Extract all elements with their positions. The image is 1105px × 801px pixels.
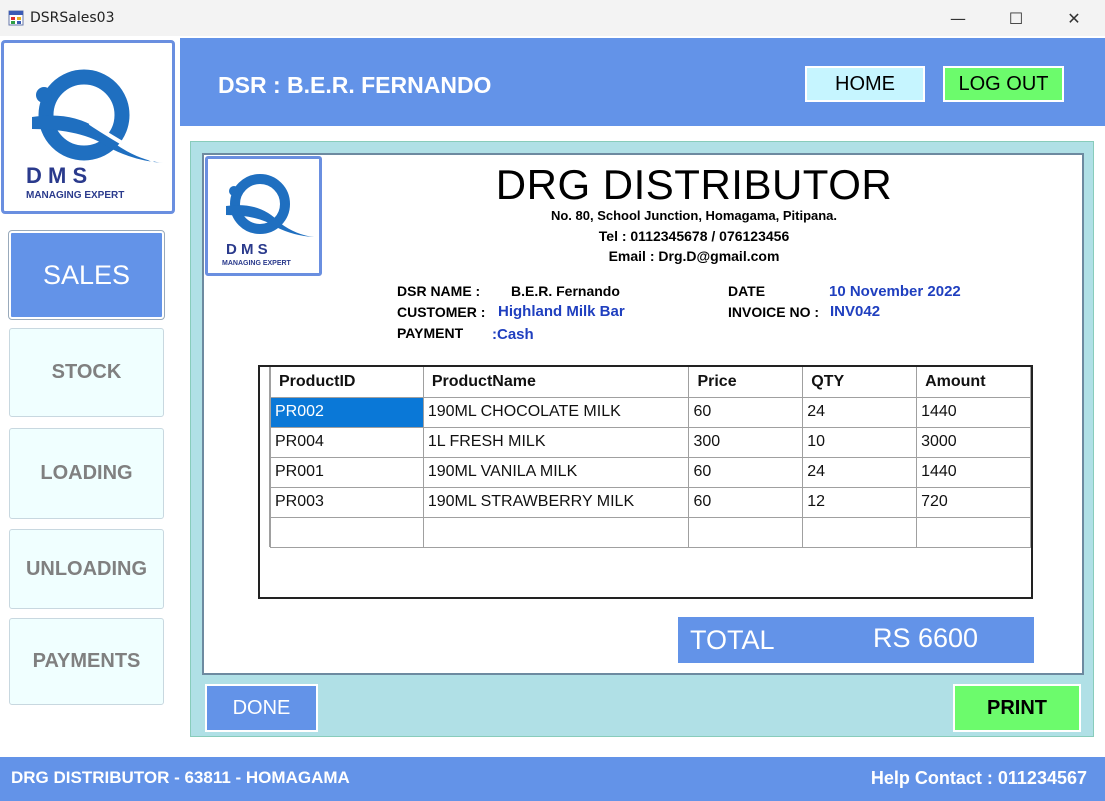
table-row[interactable]: PR003 190ML STRAWBERRY MILK 60 12 720 <box>270 486 1031 518</box>
cell-amount[interactable]: 1440 <box>916 456 1031 488</box>
cell-product-id[interactable]: PR004 <box>270 426 424 458</box>
cell-price[interactable]: 60 <box>688 396 804 428</box>
cell-qty[interactable]: 24 <box>802 396 918 428</box>
sales-panel: D M S MANAGING EXPERT DRG DISTRIBUTOR No… <box>190 141 1094 737</box>
logout-button[interactable]: LOG OUT <box>943 66 1064 102</box>
maximize-button[interactable]: ☐ <box>987 0 1045 36</box>
payment-value: :Cash <box>492 326 534 343</box>
table-row[interactable]: PR001 190ML VANILA MILK 60 24 1440 <box>270 456 1031 488</box>
cell-product-name[interactable]: 1L FRESH MILK <box>422 426 690 458</box>
company-phone: Tel : 0112345678 / 076123456 <box>598 228 790 244</box>
total-label: TOTAL <box>690 625 775 655</box>
total-value: RS 6600 <box>873 623 979 653</box>
cell-price[interactable]: 300 <box>688 426 804 458</box>
row-header-column <box>260 367 270 547</box>
cell-qty[interactable]: 24 <box>802 456 918 488</box>
new-entry-row[interactable] <box>270 516 1031 548</box>
invoice-no-value: INV042 <box>830 303 881 320</box>
invoice-sheet: D M S MANAGING EXPERT DRG DISTRIBUTOR No… <box>202 153 1084 675</box>
customer-value: Highland Milk Bar <box>498 303 625 320</box>
app-icon <box>8 10 24 26</box>
cell-new[interactable] <box>422 516 690 548</box>
cell-new[interactable] <box>688 516 804 548</box>
print-button[interactable]: PRINT <box>953 684 1081 732</box>
invoice-logo-tagline: MANAGING EXPERT <box>222 260 292 267</box>
cell-amount[interactable]: 1440 <box>916 396 1031 428</box>
cell-product-name[interactable]: 190ML CHOCOLATE MILK <box>422 396 690 428</box>
company-email: Email : Drg.D@gmail.com <box>608 248 780 264</box>
table-row[interactable]: PR004 1L FRESH MILK 300 10 3000 <box>270 426 1031 458</box>
close-button[interactable]: ✕ <box>1045 0 1103 36</box>
column-header[interactable]: QTY <box>802 367 918 398</box>
cell-new[interactable] <box>802 516 918 548</box>
date-label: DATE <box>728 283 766 299</box>
sidebar-item-payments[interactable]: PAYMENTS <box>9 618 164 705</box>
column-header[interactable]: ProductID <box>270 367 424 398</box>
done-button[interactable]: DONE <box>205 684 318 732</box>
table-row[interactable]: PR002 190ML CHOCOLATE MILK 60 24 1440 <box>270 396 1031 428</box>
cell-new[interactable] <box>916 516 1031 548</box>
cell-product-name[interactable]: 190ML STRAWBERRY MILK <box>422 486 690 518</box>
date-value: 10 November 2022 <box>829 283 961 300</box>
products-grid[interactable]: ProductID ProductName Price QTY Amount P… <box>258 365 1033 599</box>
cell-product-id[interactable]: PR001 <box>270 456 424 488</box>
sidebar-item-stock[interactable]: STOCK <box>9 328 164 417</box>
minimize-button[interactable]: — <box>929 0 987 36</box>
footer-bar: DRG DISTRIBUTOR - 63811 - HOMAGAMA Help … <box>0 757 1105 801</box>
logo-tagline: MANAGING EXPERT <box>26 190 124 201</box>
window-title: DSRSales03 <box>30 10 115 26</box>
products-table: ProductID ProductName Price QTY Amount P… <box>270 367 1031 548</box>
dms-logo-graphic: D M S MANAGING EXPERT <box>26 69 164 201</box>
cell-new[interactable] <box>270 516 424 548</box>
company-name: DRG DISTRIBUTOR <box>495 161 893 208</box>
column-header[interactable]: ProductName <box>422 367 690 398</box>
sidebar-item-loading[interactable]: LOADING <box>9 428 164 519</box>
window-titlebar: DSRSales03 — ☐ ✕ <box>0 0 1105 36</box>
sidebar-item-sales[interactable]: SALES <box>8 230 165 320</box>
column-header[interactable]: Price <box>688 367 804 398</box>
invoice-logo: D M S MANAGING EXPERT <box>205 156 322 276</box>
dsr-name-label: DSR NAME : <box>397 283 481 299</box>
customer-label: CUSTOMER : <box>397 304 486 320</box>
column-header[interactable]: Amount <box>916 367 1031 398</box>
cell-qty[interactable]: 10 <box>802 426 918 458</box>
sidebar-item-unloading[interactable]: UNLOADING <box>9 529 164 609</box>
cell-product-id[interactable]: PR002 <box>270 396 424 428</box>
home-button[interactable]: HOME <box>805 66 925 102</box>
cell-amount[interactable]: 3000 <box>916 426 1031 458</box>
cell-product-name[interactable]: 190ML VANILA MILK <box>422 456 690 488</box>
payment-label: PAYMENT <box>397 325 464 341</box>
invoice-logo-graphic: D M S MANAGING EXPERT <box>222 174 314 267</box>
logo-letters: D M S <box>26 163 87 188</box>
dms-logo: D M S MANAGING EXPERT <box>1 40 175 214</box>
dsr-title: DSR : B.E.R. FERNANDO <box>218 72 492 98</box>
header-bar: DSR : B.E.R. FERNANDO HOME LOG OUT <box>180 38 1105 126</box>
table-header-row: ProductID ProductName Price QTY Amount <box>270 367 1031 398</box>
dsr-name-value: B.E.R. Fernando <box>511 283 620 299</box>
cell-amount[interactable]: 720 <box>916 486 1031 518</box>
cell-price[interactable]: 60 <box>688 456 804 488</box>
cell-price[interactable]: 60 <box>688 486 804 518</box>
footer-help-contact: Help Contact : 011234567 <box>870 768 1087 788</box>
cell-qty[interactable]: 12 <box>802 486 918 518</box>
cell-product-id[interactable]: PR003 <box>270 486 424 518</box>
invoice-logo-letters: D M S <box>226 241 268 258</box>
total-box: TOTAL RS 6600 <box>678 617 1034 663</box>
footer-company: DRG DISTRIBUTOR - 63811 - HOMAGAMA <box>11 768 350 787</box>
company-address: No. 80, School Junction, Homagama, Pitip… <box>550 208 838 223</box>
invoice-no-label: INVOICE NO : <box>728 304 820 320</box>
